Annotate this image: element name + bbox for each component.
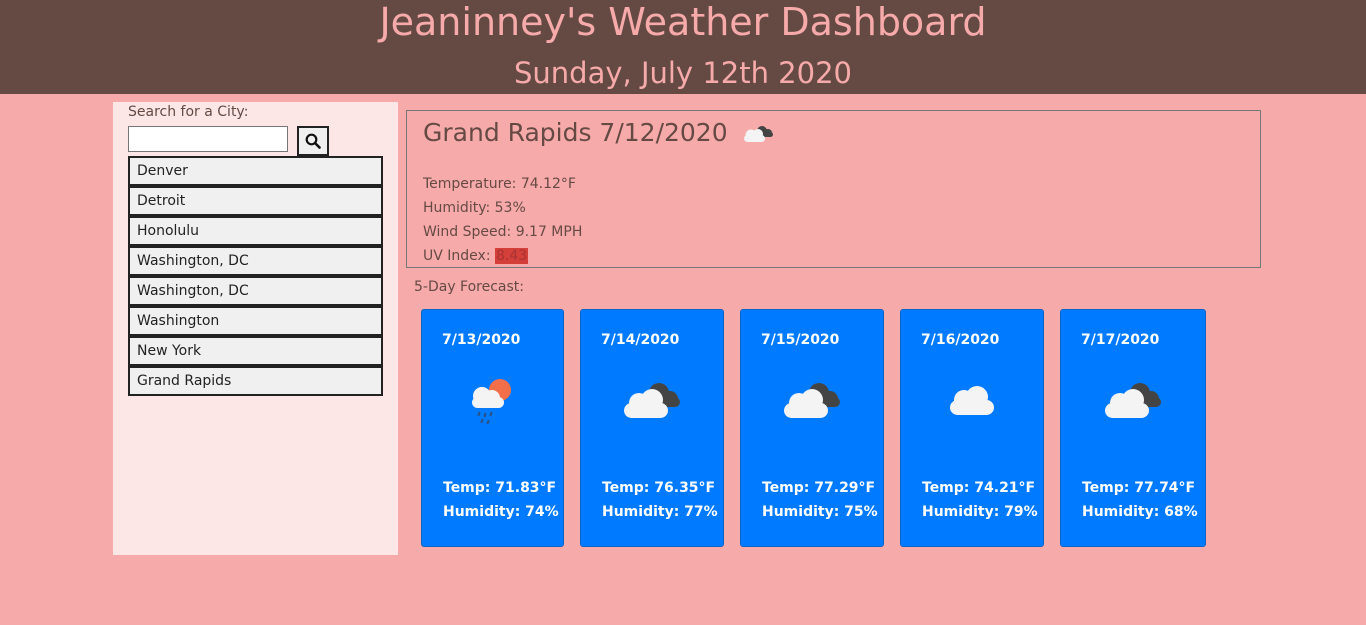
city-button-denver[interactable]: Denver — [128, 156, 383, 186]
current-weather-panel: Grand Rapids 7/12/2020 Temperature: 74.1… — [406, 110, 1261, 268]
forecast-temp: Temp: 74.21°F — [922, 480, 1036, 496]
forecast-temp: Temp: 76.35°F — [602, 480, 716, 496]
page-header: Jeaninney's Weather Dashboard Sunday, Ju… — [0, 0, 1366, 94]
forecast-date: 7/13/2020 — [442, 332, 521, 348]
current-weather-heading: Grand Rapids 7/12/2020 — [423, 115, 776, 150]
forecast-card: 7/13/2020 Temp: 71.83°F Humidity: 74% — [421, 309, 564, 547]
forecast-card: 7/15/2020 Temp: 77.29°F Humidity: 75% — [740, 309, 884, 547]
city-history-list: Denver Detroit Honolulu Washington, DC W… — [128, 156, 383, 396]
search-icon — [305, 133, 321, 149]
forecast-humidity: Humidity: 75% — [762, 504, 878, 520]
search-input[interactable] — [128, 126, 288, 152]
current-temperature: Temperature: 74.12°F — [423, 176, 576, 192]
forecast-card: 7/14/2020 Temp: 76.35°F Humidity: 77% — [580, 309, 724, 547]
broken-clouds-icon — [784, 383, 840, 418]
city-button-washington-dc-2[interactable]: Washington, DC — [128, 276, 383, 306]
current-humidity: Humidity: 53% — [423, 200, 526, 216]
broken-clouds-icon — [1105, 383, 1161, 418]
search-button[interactable] — [297, 126, 329, 156]
uv-index-badge: 8.43 — [494, 248, 529, 264]
forecast-humidity: Humidity: 79% — [922, 504, 1038, 520]
current-wind-speed: Wind Speed: 9.17 MPH — [423, 224, 583, 240]
cloud-icon — [950, 386, 994, 415]
broken-clouds-icon — [743, 126, 773, 142]
current-city-date: Grand Rapids 7/12/2020 — [423, 118, 728, 147]
forecast-card: 7/17/2020 Temp: 77.74°F Humidity: 68% — [1060, 309, 1206, 547]
city-button-washington[interactable]: Washington — [128, 306, 383, 336]
forecast-temp: Temp: 77.29°F — [762, 480, 876, 496]
city-button-washington-dc[interactable]: Washington, DC — [128, 246, 383, 276]
forecast-humidity: Humidity: 74% — [443, 504, 559, 520]
forecast-date: 7/14/2020 — [601, 332, 680, 348]
page-title: Jeaninney's Weather Dashboard — [379, 0, 987, 44]
city-button-detroit[interactable]: Detroit — [128, 186, 383, 216]
forecast-label: 5-Day Forecast: — [414, 279, 525, 295]
forecast-humidity: Humidity: 77% — [602, 504, 718, 520]
search-label: Search for a City: — [128, 104, 249, 120]
city-button-honolulu[interactable]: Honolulu — [128, 216, 383, 246]
city-button-new-york[interactable]: New York — [128, 336, 383, 366]
city-button-grand-rapids[interactable]: Grand Rapids — [128, 366, 383, 396]
forecast-temp: Temp: 77.74°F — [1082, 480, 1196, 496]
broken-clouds-icon — [624, 383, 680, 418]
forecast-date: 7/15/2020 — [761, 332, 840, 348]
sidebar: Search for a City: Denver Detroit Honolu… — [113, 102, 398, 555]
current-uv-index: UV Index: 8.43 — [423, 246, 529, 266]
uv-index-label: UV Index: — [423, 248, 495, 264]
forecast-date: 7/16/2020 — [921, 332, 1000, 348]
forecast-temp: Temp: 71.83°F — [443, 480, 557, 496]
current-date: Sunday, July 12th 2020 — [514, 56, 852, 90]
forecast-card: 7/16/2020 Temp: 74.21°F Humidity: 79% — [900, 309, 1044, 547]
rain-sun-icon — [471, 379, 511, 425]
forecast-date: 7/17/2020 — [1081, 332, 1160, 348]
forecast-humidity: Humidity: 68% — [1082, 504, 1198, 520]
